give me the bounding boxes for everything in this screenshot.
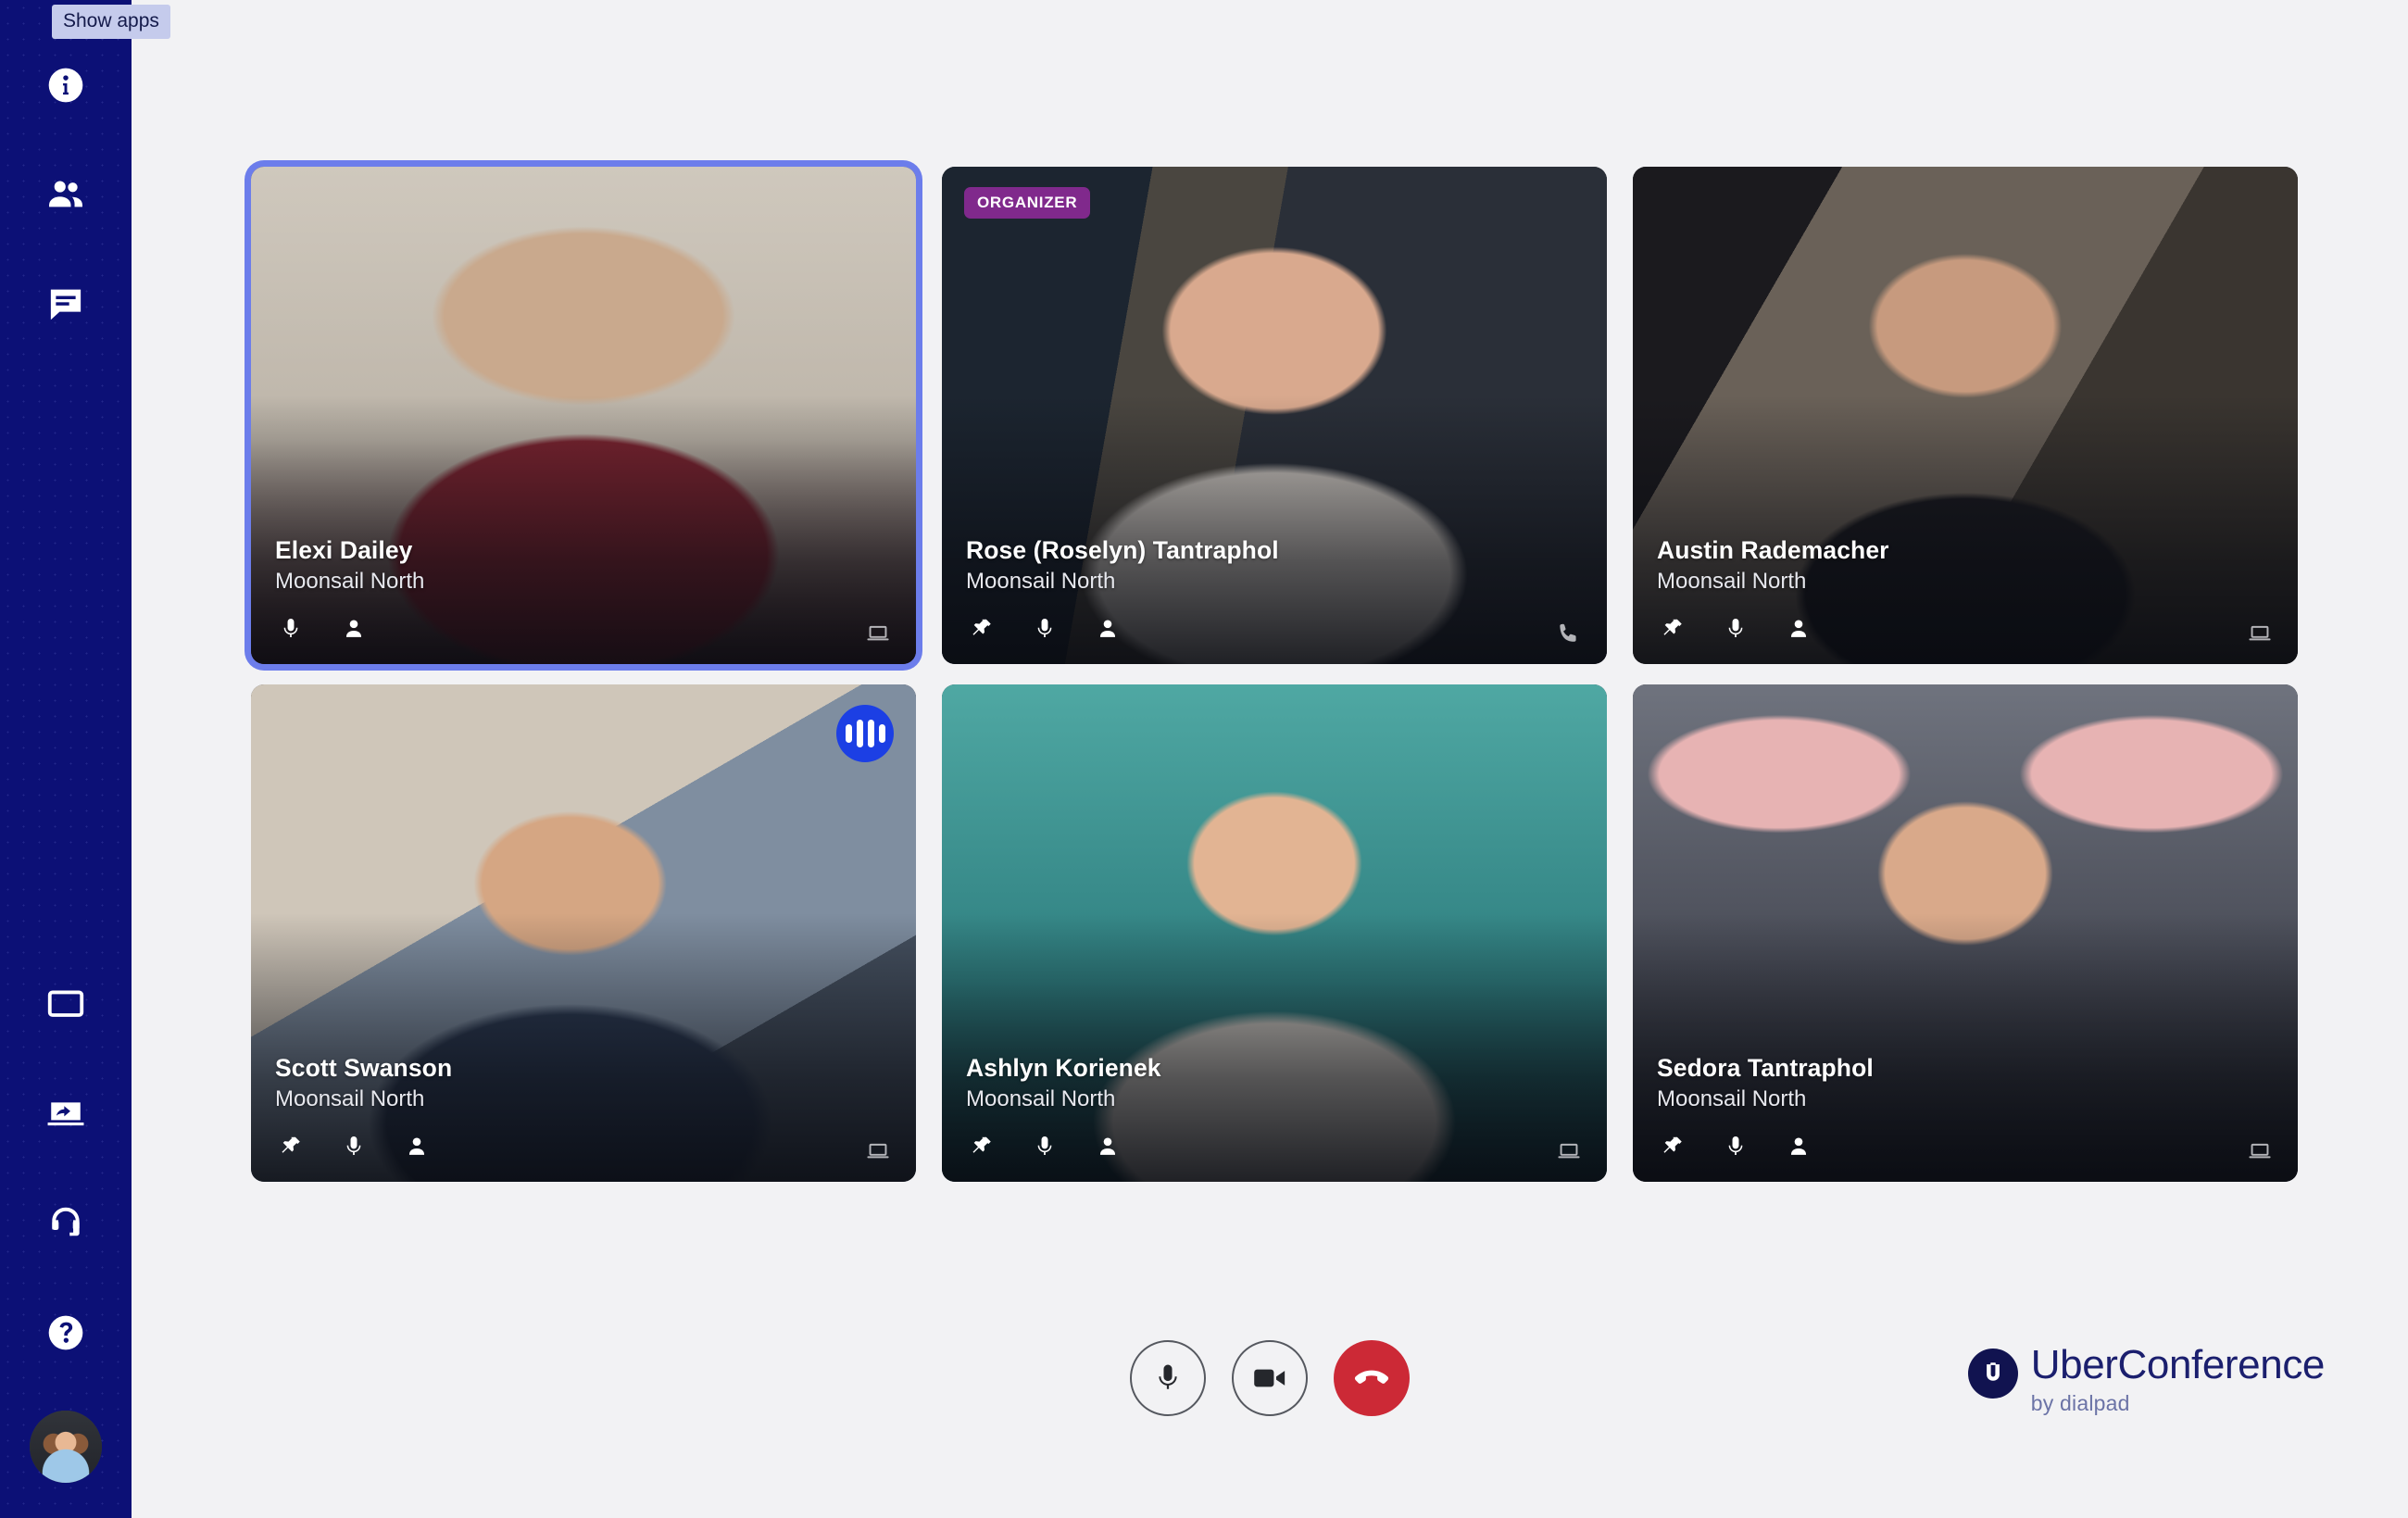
participant-organization: Moonsail North bbox=[966, 1085, 1116, 1111]
participant-tile[interactable]: Elexi Dailey Moonsail North bbox=[251, 167, 916, 664]
screen-icon bbox=[45, 985, 86, 1025]
participant-name: Austin Rademacher bbox=[1657, 535, 1889, 564]
person-icon[interactable] bbox=[1785, 615, 1812, 643]
avatar[interactable] bbox=[30, 1411, 102, 1483]
tile-meta: Scott Swanson Moonsail North bbox=[275, 1054, 452, 1113]
brand-name: UberConference bbox=[2030, 1342, 2326, 1387]
person-icon[interactable] bbox=[403, 1133, 431, 1160]
pin-icon[interactable] bbox=[968, 615, 996, 643]
speaking-indicator-icon bbox=[836, 705, 894, 762]
sidebar-item-screen[interactable] bbox=[21, 960, 110, 1049]
tile-meta: Austin Rademacher Moonsail North bbox=[1657, 536, 1889, 596]
participant-tile[interactable]: Sedora Tantraphol Moonsail North bbox=[1633, 684, 2298, 1182]
avatar-image bbox=[30, 1411, 102, 1483]
tile-meta: Ashlyn Korienek Moonsail North bbox=[966, 1054, 1161, 1113]
person-icon[interactable] bbox=[1094, 615, 1122, 643]
participant-tile[interactable]: Ashlyn Korienek Moonsail North bbox=[942, 684, 1607, 1182]
tile-actions bbox=[277, 608, 368, 649]
person-icon[interactable] bbox=[340, 615, 368, 643]
phone-icon bbox=[1555, 620, 1583, 647]
show-apps-tooltip: Show apps bbox=[52, 5, 170, 39]
laptop-icon bbox=[864, 1137, 892, 1165]
tile-actions bbox=[277, 1126, 431, 1167]
participant-name: Scott Swanson bbox=[275, 1053, 453, 1082]
tile-meta: Sedora Tantraphol Moonsail North bbox=[1657, 1054, 1874, 1113]
participant-organization: Moonsail North bbox=[275, 568, 425, 594]
mic-icon[interactable] bbox=[1722, 1133, 1750, 1160]
participant-grid: Elexi Dailey Moonsail North ORGANIZER Ro… bbox=[251, 167, 2302, 1182]
sidebar-item-audio-support[interactable] bbox=[21, 1179, 110, 1268]
person-icon[interactable] bbox=[1785, 1133, 1812, 1160]
participant-name: Elexi Dailey bbox=[275, 535, 413, 564]
headset-icon bbox=[45, 1203, 86, 1244]
participant-organization: Moonsail North bbox=[1657, 568, 1807, 594]
tile-meta: Rose (Roselyn) Tantraphol Moonsail North bbox=[966, 536, 1279, 596]
chat-icon bbox=[45, 283, 86, 324]
mic-icon[interactable] bbox=[277, 615, 305, 643]
people-icon bbox=[45, 174, 86, 215]
uberconference-mark-icon bbox=[1967, 1349, 2018, 1399]
laptop-icon bbox=[864, 620, 892, 647]
help-icon bbox=[45, 1312, 86, 1353]
info-icon bbox=[45, 65, 86, 106]
leave-call-button[interactable] bbox=[1334, 1340, 1410, 1416]
participant-organization: Moonsail North bbox=[1657, 1085, 1807, 1111]
mic-icon[interactable] bbox=[1031, 615, 1059, 643]
tile-meta: Elexi Dailey Moonsail North bbox=[275, 536, 424, 596]
pin-icon[interactable] bbox=[277, 1133, 305, 1160]
participant-tile[interactable]: Austin Rademacher Moonsail North bbox=[1633, 167, 2298, 664]
call-controls bbox=[1130, 1340, 1410, 1416]
status-badge-organizer: ORGANIZER bbox=[964, 187, 1091, 219]
brand-text: UberConference by dialpad bbox=[2030, 1342, 2326, 1415]
screen-share-icon bbox=[45, 1094, 86, 1135]
uberconference-meeting-window: Show apps Elexi Dailey Moonsail North OR… bbox=[0, 0, 2408, 1518]
participant-tile[interactable]: Scott Swanson Moonsail North bbox=[251, 684, 916, 1182]
person-icon[interactable] bbox=[1094, 1133, 1122, 1160]
mic-icon[interactable] bbox=[1031, 1133, 1059, 1160]
mic-icon bbox=[1152, 1361, 1184, 1396]
mic-icon[interactable] bbox=[340, 1133, 368, 1160]
laptop-icon bbox=[1555, 1137, 1583, 1165]
tile-actions bbox=[968, 1126, 1122, 1167]
sidebar-item-participants[interactable] bbox=[21, 150, 110, 239]
camera-icon bbox=[1252, 1364, 1287, 1392]
pin-icon[interactable] bbox=[968, 1133, 996, 1160]
participant-name: Ashlyn Korienek bbox=[966, 1053, 1161, 1082]
sidebar-item-help[interactable] bbox=[21, 1288, 110, 1377]
participant-name: Rose (Roselyn) Tantraphol bbox=[966, 535, 1279, 564]
uberconference-logo: UberConference by dialpad bbox=[1967, 1342, 2326, 1415]
sidebar-top-group bbox=[21, 41, 110, 348]
participant-organization: Moonsail North bbox=[966, 568, 1116, 594]
meeting-stage: Elexi Dailey Moonsail North ORGANIZER Ro… bbox=[132, 0, 2408, 1518]
sidebar-bottom-group bbox=[21, 960, 110, 1483]
mute-button[interactable] bbox=[1130, 1340, 1206, 1416]
participant-name: Sedora Tantraphol bbox=[1657, 1053, 1874, 1082]
brand-subtitle: by dialpad bbox=[2030, 1391, 2130, 1415]
tile-actions bbox=[1659, 608, 1812, 649]
video-button[interactable] bbox=[1232, 1340, 1308, 1416]
laptop-icon bbox=[2246, 1137, 2274, 1165]
sidebar-item-chat[interactable] bbox=[21, 259, 110, 348]
participant-organization: Moonsail North bbox=[275, 1085, 425, 1111]
tile-actions bbox=[968, 608, 1122, 649]
pin-icon[interactable] bbox=[1659, 615, 1687, 643]
tile-actions bbox=[1659, 1126, 1812, 1167]
participant-tile[interactable]: ORGANIZER Rose (Roselyn) Tantraphol Moon… bbox=[942, 167, 1607, 664]
sidebar-item-share-screen[interactable] bbox=[21, 1070, 110, 1159]
app-sidebar bbox=[0, 0, 132, 1518]
mic-icon[interactable] bbox=[1722, 615, 1750, 643]
pin-icon[interactable] bbox=[1659, 1133, 1687, 1160]
hangup-icon bbox=[1352, 1359, 1391, 1398]
laptop-icon bbox=[2246, 620, 2274, 647]
sidebar-item-meeting-info[interactable] bbox=[21, 41, 110, 130]
